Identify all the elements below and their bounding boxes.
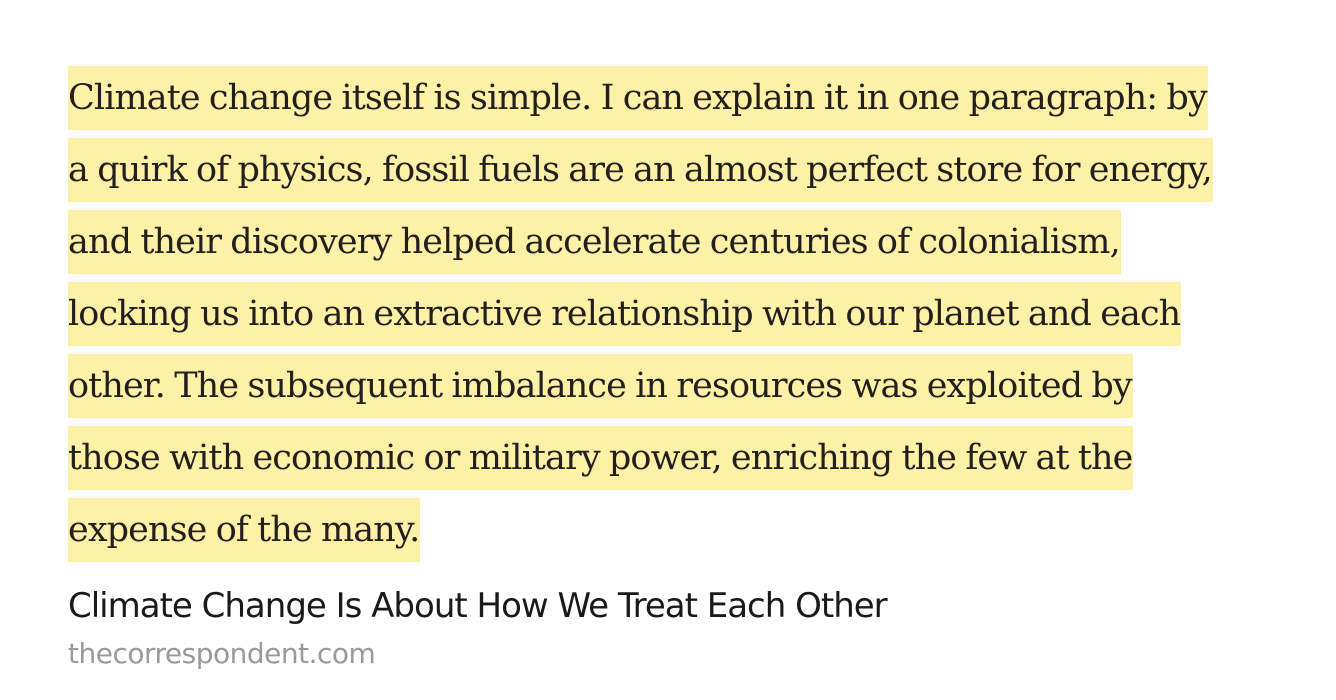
quote-line: those with economic or military power, e…	[68, 426, 1268, 498]
quote-line: Climate change itself is simple. I can e…	[68, 66, 1268, 138]
quote-line: expense of the many.	[68, 498, 1268, 570]
quote-line-text: locking us into an extractive relationsh…	[68, 282, 1182, 346]
quote-line-text: a quirk of physics, fossil fuels are an …	[68, 138, 1213, 202]
quote-line: a quirk of physics, fossil fuels are an …	[68, 138, 1268, 210]
quote-line-text: Climate change itself is simple. I can e…	[68, 66, 1208, 130]
source-article-title[interactable]: Climate Change Is About How We Treat Eac…	[68, 586, 888, 626]
quote-line: locking us into an extractive relationsh…	[68, 282, 1268, 354]
highlighted-quote: Climate change itself is simple. I can e…	[68, 66, 1268, 570]
source-domain[interactable]: thecorrespondent.com	[68, 637, 376, 670]
quote-line: and their discovery helped accelerate ce…	[68, 210, 1268, 282]
quote-line-text: other. The subsequent imbalance in resou…	[68, 354, 1133, 418]
quote-line: other. The subsequent imbalance in resou…	[68, 354, 1268, 426]
quote-line-text: and their discovery helped accelerate ce…	[68, 210, 1121, 274]
quote-line-text: those with economic or military power, e…	[68, 426, 1134, 490]
quote-line-text: expense of the many.	[68, 498, 421, 562]
